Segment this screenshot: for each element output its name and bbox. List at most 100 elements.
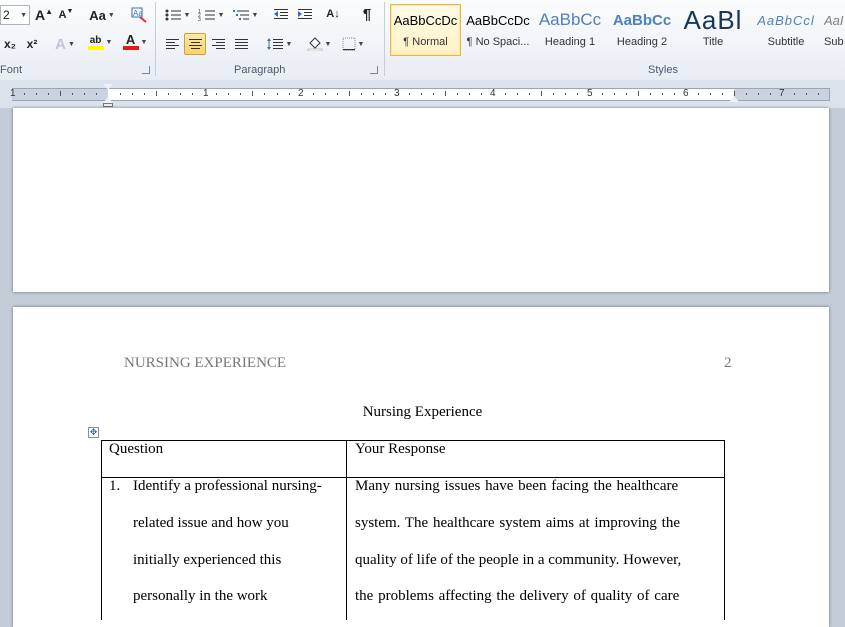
response-line[interactable]: Many nursing issues have been facing the… bbox=[355, 478, 678, 495]
style-subtitle[interactable]: AaBbCcl Subtitle bbox=[751, 4, 821, 56]
shrink-font-button[interactable]: A ▼ bbox=[56, 5, 76, 25]
multilevel-list-button[interactable]: ▼ bbox=[230, 5, 260, 25]
ruler-tick bbox=[71, 93, 73, 95]
group-divider bbox=[384, 2, 385, 76]
font-color-button[interactable]: A ▼ bbox=[120, 32, 150, 52]
multilevel-list-icon bbox=[232, 10, 249, 20]
style-heading-2[interactable]: AaBbCc Heading 2 bbox=[607, 4, 677, 56]
response-line[interactable]: system. The healthcare system aims at im… bbox=[355, 515, 680, 532]
chevron-down-icon: ▼ bbox=[357, 40, 365, 48]
shading-button[interactable]: ▼ bbox=[304, 34, 334, 54]
ruler-tick bbox=[372, 93, 374, 95]
align-right-button[interactable] bbox=[208, 34, 228, 54]
first-line-indent-marker[interactable] bbox=[103, 84, 113, 90]
chevron-down-icon: ▼ bbox=[183, 11, 191, 19]
style-sample: AaBl bbox=[683, 5, 743, 35]
response-line[interactable]: the problems affecting the delivery of q… bbox=[355, 588, 679, 605]
paragraph-dialog-launcher[interactable] bbox=[370, 66, 378, 74]
pilcrow-icon: ¶ bbox=[362, 5, 372, 23]
chevron-down-icon: ▼ bbox=[67, 40, 75, 48]
grow-font-icon: A bbox=[34, 7, 46, 23]
ruler-tick bbox=[132, 93, 134, 95]
left-indent-marker[interactable] bbox=[103, 103, 113, 107]
ruler-tick bbox=[59, 91, 61, 96]
ruler-tick bbox=[95, 93, 97, 95]
style-subtle-emphasis[interactable]: AaI Sub bbox=[823, 4, 845, 56]
table-border bbox=[346, 440, 347, 620]
bullets-icon bbox=[165, 9, 181, 21]
ruler-number: 5 bbox=[587, 88, 593, 99]
svg-text:Aa: Aa bbox=[133, 9, 143, 18]
ruler-tick bbox=[770, 93, 772, 95]
style-name: Title bbox=[702, 36, 724, 48]
table-header-question[interactable]: Question bbox=[109, 441, 163, 458]
ruler-tick bbox=[469, 93, 471, 95]
ruler-tick bbox=[384, 93, 386, 95]
style-name: Sub bbox=[824, 36, 844, 48]
style-normal[interactable]: AaBbCcDc ¶ Normal bbox=[390, 4, 461, 56]
page-number[interactable]: 2 bbox=[724, 355, 732, 372]
sort-button[interactable]: A↓ bbox=[322, 4, 344, 24]
style-heading-1[interactable]: AaBbCc Heading 1 bbox=[535, 4, 605, 56]
text-effects-button[interactable]: A ▼ bbox=[52, 34, 78, 54]
chevron-down-icon: ▼ bbox=[140, 38, 148, 46]
list-number: 1. bbox=[109, 478, 121, 494]
line-spacing-button[interactable]: ▼ bbox=[264, 34, 294, 54]
style-sample: AaBbCc bbox=[538, 10, 602, 29]
decrease-indent-button[interactable] bbox=[270, 5, 292, 25]
ruler-tick bbox=[420, 93, 422, 95]
question-line[interactable]: personally in the work bbox=[133, 588, 268, 605]
question-line[interactable]: Identify a professional nursing- bbox=[133, 478, 322, 495]
bullets-button[interactable]: ▼ bbox=[162, 5, 192, 25]
ruler-tick bbox=[168, 93, 170, 95]
show-formatting-button[interactable]: ¶ bbox=[356, 4, 378, 24]
table-header-response[interactable]: Your Response bbox=[355, 441, 446, 458]
table-move-handle-icon[interactable]: ✥ bbox=[88, 427, 99, 438]
ruler-tick bbox=[264, 93, 266, 95]
style-name: ¶ Normal bbox=[403, 36, 448, 48]
ruler-tick bbox=[481, 93, 483, 95]
superscript-icon: x² bbox=[26, 37, 38, 51]
style-sample: AaBbCcDc bbox=[393, 12, 458, 28]
ruler-tick bbox=[806, 93, 808, 95]
style-sample: AaI bbox=[824, 12, 844, 28]
ruler-tick bbox=[721, 93, 723, 95]
question-line[interactable]: related issue and how you bbox=[133, 515, 289, 532]
ruler-tick bbox=[192, 93, 194, 95]
ruler-number: 6 bbox=[683, 88, 689, 99]
highlight-button[interactable]: ab ▼ bbox=[84, 32, 116, 52]
right-indent-marker[interactable] bbox=[729, 96, 739, 102]
font-dialog-launcher[interactable] bbox=[142, 66, 150, 74]
question-line[interactable]: initially experienced this bbox=[133, 552, 281, 569]
chevron-down-icon: ▼ bbox=[20, 11, 27, 19]
response-line[interactable]: quality of life of the people in a commu… bbox=[355, 552, 681, 569]
running-head[interactable]: NURSING EXPERIENCE bbox=[124, 355, 286, 372]
font-size-box[interactable]: 2 ▼ bbox=[0, 5, 30, 25]
superscript-button[interactable]: x² bbox=[22, 34, 42, 54]
numbering-icon: 123 bbox=[198, 9, 215, 22]
ruler-tick bbox=[745, 93, 747, 95]
style-title[interactable]: AaBl Title bbox=[679, 4, 747, 56]
increase-indent-button[interactable] bbox=[294, 5, 316, 25]
justify-icon bbox=[234, 39, 248, 49]
document-title[interactable]: Nursing Experience bbox=[0, 404, 845, 421]
horizontal-ruler[interactable]: 1 1 2 3 4 5 6 7 bbox=[0, 80, 845, 108]
line-spacing-icon bbox=[266, 38, 283, 50]
style-no-spacing[interactable]: AaBbCcDc ¶ No Spaci... bbox=[463, 4, 533, 56]
change-case-button[interactable]: Aa ▼ bbox=[88, 5, 116, 25]
clear-formatting-button[interactable]: Aa bbox=[128, 4, 150, 24]
align-left-button[interactable] bbox=[162, 34, 182, 54]
ruler-tick bbox=[348, 91, 350, 96]
chevron-down-icon: ▼ bbox=[105, 38, 113, 46]
justify-button[interactable] bbox=[231, 34, 251, 54]
align-center-button[interactable] bbox=[184, 33, 206, 55]
numbering-button[interactable]: 1 2 3 ▼ bbox=[196, 5, 226, 25]
ruler-number: 1 bbox=[203, 88, 209, 99]
subscript-button[interactable]: x₂ bbox=[0, 34, 20, 54]
style-name: Heading 1 bbox=[544, 36, 596, 48]
group-divider bbox=[155, 2, 156, 76]
grow-font-button[interactable]: A ▲ bbox=[34, 5, 54, 25]
ruler-tick bbox=[408, 93, 410, 95]
style-name: Subtitle bbox=[767, 36, 805, 48]
borders-button[interactable]: ▼ bbox=[338, 34, 368, 54]
